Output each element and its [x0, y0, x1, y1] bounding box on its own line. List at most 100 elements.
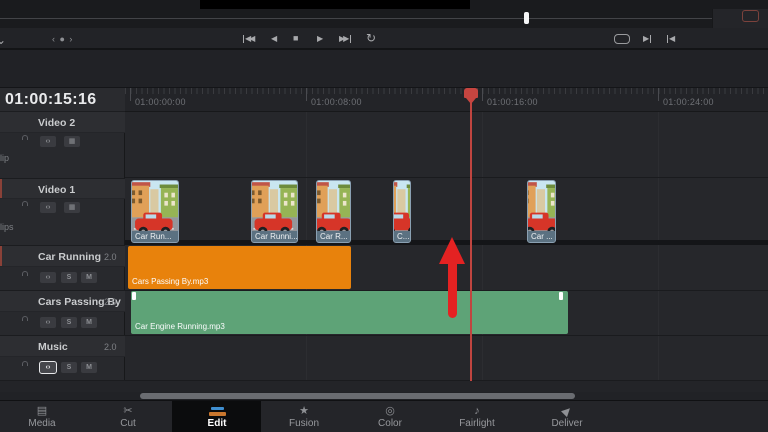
edit-toolbar: ◫ ↔ ▦ ⊞ ⊟ ⊠ ∪ ∞ ⚑ ⌄ ● ⌄ − [0, 50, 768, 88]
scrub-track[interactable] [0, 18, 712, 19]
play-around-icon[interactable]: ▶ [643, 35, 651, 43]
ruler-label: 01:00:00:00 [135, 97, 186, 107]
timeline-scrollbar[interactable] [140, 393, 575, 399]
davinci-resolve-edit-page: ⌄ ‹ ● › ◀◀ ◀ ■ ▶ ▶▶ ↻ ▶ ◀ ◫ ↔ ▦ ⊞ ⊟ ⊠ ∪ … [0, 0, 768, 432]
ruler-major-tick [658, 88, 659, 101]
annotation-arrow-shaft [448, 263, 457, 318]
deliver-rocket-icon: ▶ [559, 404, 574, 419]
clip-label: Car Run... [132, 231, 178, 242]
loop-playback-icon[interactable]: ↻ [366, 32, 376, 44]
nav-label: Deliver [551, 419, 582, 429]
ruler-label: 01:00:24:00 [663, 97, 714, 107]
header-footer [0, 380, 125, 392]
audio2-solo-button[interactable]: S [61, 317, 77, 328]
video-clip[interactable]: Car ... [527, 180, 556, 243]
audio3-autoselect-icon[interactable]: ‹› [40, 362, 56, 373]
track-name: Video 1 [38, 184, 75, 196]
chevron-down-icon[interactable]: ⌄ [0, 34, 6, 46]
timecode-row: 01:00:15:16 [0, 88, 125, 112]
clip-in-marker[interactable] [132, 292, 136, 300]
video2-autoselect-icon[interactable]: ‹› [40, 136, 56, 147]
ruler-major-tick [482, 88, 483, 101]
playhead-handle[interactable] [464, 88, 478, 98]
audio2-autoselect-icon[interactable]: ‹› [40, 317, 56, 328]
clip-label: Car Runni... [252, 231, 297, 242]
scrub-playhead-handle[interactable] [524, 12, 529, 24]
media-icon: ▤ [37, 405, 47, 418]
timeline-area[interactable]: 01:00:00:00 01:00:08:00 01:00:16:00 01:0… [125, 88, 768, 392]
video1-autoselect-icon[interactable]: ‹› [40, 202, 56, 213]
track-name: Music [38, 341, 68, 353]
video2-clip-count-clipped: lip [0, 153, 9, 163]
audio1-name-row[interactable]: Car Running 2.0 [0, 245, 125, 267]
video1-frames-view-icon[interactable]: ▦ [64, 202, 80, 213]
track-name: Video 2 [38, 117, 75, 129]
audio3-mute-button[interactable]: M [81, 362, 97, 373]
video-clip[interactable]: C... [393, 180, 411, 243]
track-level: 2.0 [104, 297, 117, 307]
track-level: 2.0 [104, 342, 117, 352]
nav-tab-color[interactable]: ◎ Color [352, 401, 428, 432]
ruler-label: 01:00:08:00 [311, 97, 362, 107]
video2-frames-view-icon[interactable]: ▦ [64, 136, 80, 147]
audio1-mute-button[interactable]: M [81, 272, 97, 283]
audio3-solo-button[interactable]: S [61, 362, 77, 373]
timeline-ruler[interactable]: 01:00:00:00 01:00:08:00 01:00:16:00 01:0… [125, 88, 768, 112]
nav-tab-edit[interactable]: Edit [179, 401, 255, 432]
color-wheel-icon: ◎ [385, 405, 395, 418]
audio-clip-orange[interactable]: Cars Passing By.mp3 [128, 246, 351, 289]
track-header-panel: 01:00:15:16 Video 2 ‹› ▦ lip Video 1 ‹› … [0, 88, 125, 392]
nav-tab-deliver[interactable]: ▶ Deliver [529, 401, 605, 432]
clip-out-marker[interactable] [559, 292, 563, 300]
nav-label: Color [378, 419, 402, 429]
video2-name-row[interactable]: Video 2 [0, 112, 125, 133]
timeline-timecode: 01:00:15:16 [5, 91, 97, 109]
audio-clip-green[interactable]: Car Engine Running.mp3 [131, 291, 568, 334]
audio1-solo-button[interactable]: S [61, 272, 77, 283]
jog-control[interactable]: ‹ ● › [52, 35, 73, 44]
timeline-footer [125, 381, 768, 392]
viewer-bottom-black [200, 0, 470, 9]
audio1-autoselect-icon[interactable]: ‹› [40, 272, 56, 283]
playhead-line[interactable] [470, 96, 472, 381]
step-back-button[interactable]: ◀ [271, 35, 277, 43]
nav-label: Edit [208, 419, 227, 429]
track-level: 2.0 [104, 252, 117, 262]
nav-tab-fusion[interactable]: ★ Fusion [266, 401, 342, 432]
loop-in-out-icon[interactable] [614, 34, 630, 44]
nav-label: Fairlight [459, 419, 495, 429]
audio2-mute-button[interactable]: M [81, 317, 97, 328]
nav-tab-cut[interactable]: ✂ Cut [90, 401, 166, 432]
nav-tab-fairlight[interactable]: ♪ Fairlight [439, 401, 515, 432]
timeline-gridline [658, 112, 659, 380]
last-frame-button[interactable]: ▶▶ [339, 35, 351, 43]
fairlight-note-icon: ♪ [474, 405, 480, 418]
play-button[interactable]: ▶ [317, 35, 323, 43]
audio3-name-row[interactable]: Music 2.0 [0, 335, 125, 357]
go-to-in-icon[interactable]: ◀ [667, 35, 675, 43]
stop-button[interactable]: ■ [293, 34, 298, 43]
audio2-name-row[interactable]: Cars Passing By 2.0 [0, 290, 125, 312]
first-frame-button[interactable]: ◀◀ [243, 35, 253, 43]
nav-tab-media[interactable]: ▤ Media [4, 401, 80, 432]
video-clip[interactable]: Car Runni... [251, 180, 298, 243]
track-separator [125, 335, 768, 336]
clip-label: Car R... [317, 231, 350, 242]
track-color-tab [0, 246, 2, 266]
video-clip[interactable]: Car Run... [131, 180, 179, 243]
track-separator [125, 177, 768, 178]
expand-viewer-icon[interactable] [742, 10, 759, 22]
timeline-gridline [482, 112, 483, 380]
nav-label: Fusion [289, 419, 319, 429]
viewer-scrub-row [0, 9, 768, 28]
annotation-arrow-head [439, 237, 465, 264]
playhead-handle-point [466, 98, 476, 104]
ruler-minor-ticks [125, 88, 768, 94]
audio-clip-label: Cars Passing By.mp3 [132, 277, 208, 286]
video-clip[interactable]: Car R... [316, 180, 351, 243]
nav-label: Media [28, 419, 55, 429]
track-name: Car Running [38, 251, 101, 263]
ruler-major-tick [306, 88, 307, 101]
ruler-label: 01:00:16:00 [487, 97, 538, 107]
video1-name-row[interactable]: Video 1 [0, 178, 125, 199]
